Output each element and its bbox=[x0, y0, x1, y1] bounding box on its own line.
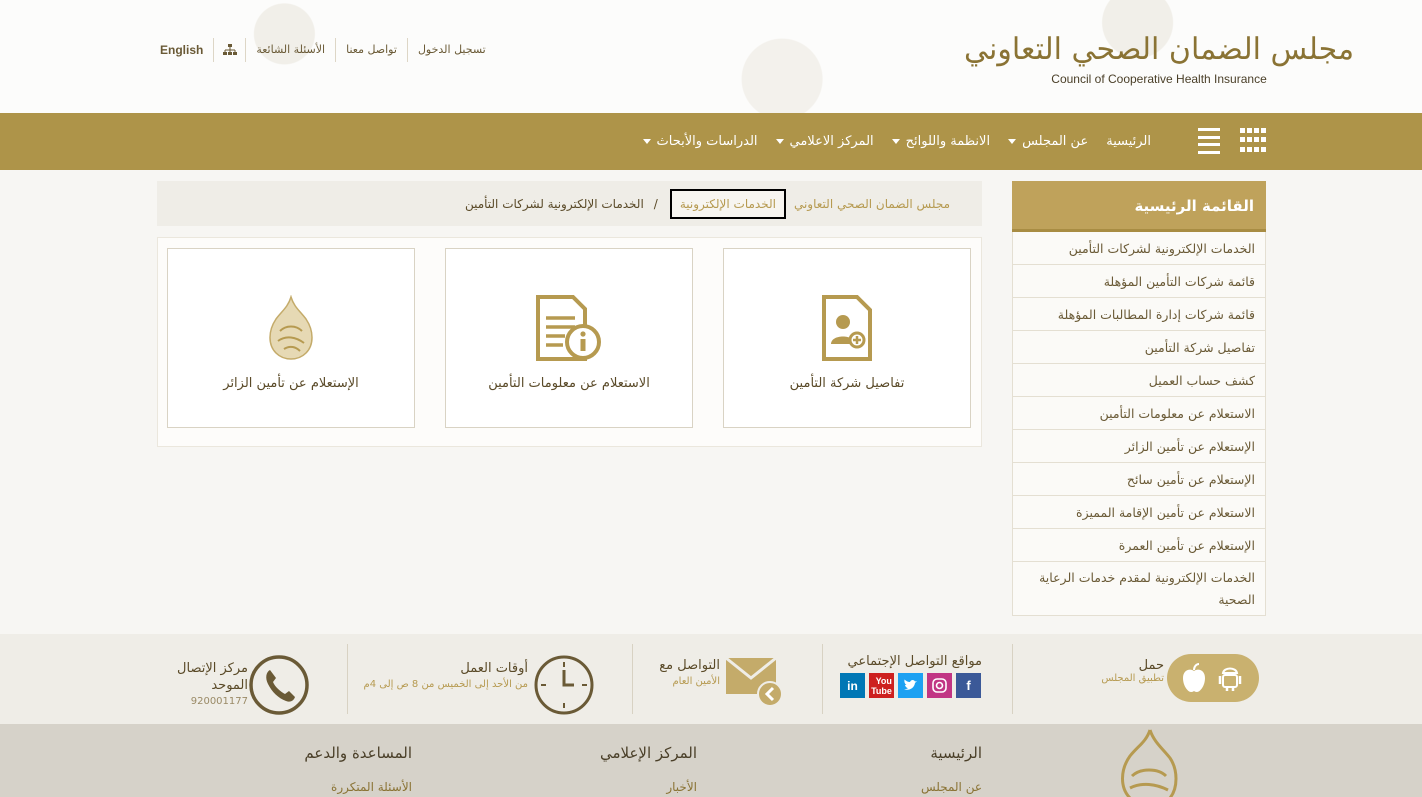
chevron-down-icon bbox=[642, 139, 651, 144]
sidebar-title: القائمة الرئيسية bbox=[1012, 181, 1266, 232]
callcenter-title: مركز الإتصال bbox=[177, 661, 248, 676]
breadcrumb-current: الخدمات الإلكترونية لشركات التأمين bbox=[464, 196, 644, 211]
nav-item-label: الانظمة واللوائح bbox=[905, 134, 991, 149]
clock-icon bbox=[534, 655, 594, 715]
council-emblem-icon bbox=[264, 293, 318, 363]
top-header: مجلس الضمان الصحي التعاوني Council of Co… bbox=[0, 0, 1422, 113]
footer-info-strip: حمل تطبيق المجلس مواقع التواصل الإجتماعي… bbox=[0, 634, 1422, 724]
footer-link-faq[interactable]: الأسئلة المتكررة bbox=[331, 780, 412, 794]
card-insurance-info[interactable]: الاستعلام عن معلومات التأمين bbox=[445, 248, 693, 428]
council-emblem-icon bbox=[1121, 729, 1178, 797]
sidebar-item-eservices-providers[interactable]: الخدمات الإلكترونية لمقدم خدمات الرعاية … bbox=[1013, 562, 1265, 615]
sidebar-item-eservices-insurers[interactable]: الخدمات الإلكترونية لشركات التأمين bbox=[1013, 232, 1265, 265]
social-title: مواقع التواصل الإجتماعي bbox=[847, 654, 982, 669]
linkedin-icon[interactable]: in bbox=[840, 673, 865, 698]
top-links: تسجيل الدخول تواصل معنا الأسئلة الشائعة … bbox=[160, 38, 496, 62]
chevron-down-icon bbox=[891, 139, 900, 144]
instagram-icon[interactable] bbox=[927, 673, 952, 698]
sidebar-list: الخدمات الإلكترونية لشركات التأمين قائمة… bbox=[1012, 232, 1266, 616]
hours-title: أوقات العمل bbox=[460, 661, 528, 676]
divider bbox=[632, 644, 633, 714]
contact-subtitle: الأمين العام bbox=[672, 676, 720, 687]
app-title: حمل bbox=[1138, 658, 1164, 673]
callcenter-number: 920001177 bbox=[190, 696, 248, 707]
menu-list-icon[interactable] bbox=[1198, 128, 1220, 154]
card-visitor-insurance[interactable]: الإستعلام عن تأمين الزائر bbox=[167, 248, 415, 428]
sitemap-icon[interactable] bbox=[213, 38, 245, 62]
footer-col-media-title: المركز الإعلامي bbox=[599, 744, 697, 762]
nav-item-label: المركز الاعلامي bbox=[789, 134, 874, 149]
sidebar-item-qualified-tpas[interactable]: قائمة شركات إدارة المطالبات المؤهلة bbox=[1013, 298, 1265, 331]
footer-link-news[interactable]: الأخبار bbox=[666, 780, 697, 794]
youtube-icon[interactable]: You Tube bbox=[869, 673, 894, 698]
logo-arabic-name: مجلس الضمان الصحي التعاوني bbox=[964, 32, 1355, 67]
sidebar-main-menu: القائمة الرئيسية الخدمات الإلكترونية لشر… bbox=[1012, 181, 1266, 616]
sidebar-item-premium-residency[interactable]: الاستعلام عن تأمين الإقامة المميزة bbox=[1013, 496, 1265, 529]
social-media-block: مواقع التواصل الإجتماعي f You Tube in bbox=[836, 654, 982, 724]
sidebar-item-client-statement[interactable]: كشف حساب العميل bbox=[1013, 364, 1265, 397]
mail-reply-icon bbox=[725, 656, 783, 706]
app-download-buttons bbox=[1167, 654, 1259, 702]
contact-secretary-block[interactable]: التواصل مع الأمين العام bbox=[659, 652, 786, 722]
card-label: الاستعلام عن معلومات التأمين bbox=[488, 376, 650, 391]
sidebar-item-visitor-insurance[interactable]: الإستعلام عن تأمين الزائر bbox=[1013, 430, 1265, 463]
divider bbox=[822, 644, 823, 714]
council-logo[interactable]: مجلس الضمان الصحي التعاوني Council of Co… bbox=[964, 12, 1354, 102]
nav-item-label: الرئيسية bbox=[1106, 134, 1151, 149]
nav-item-studies[interactable]: الدراسات والأبحاث bbox=[634, 134, 767, 149]
app-subtitle: تطبيق المجلس bbox=[1101, 673, 1164, 684]
logo-text: مجلس الضمان الصحي التعاوني Council of Co… bbox=[964, 28, 1354, 86]
chevron-down-icon bbox=[1008, 139, 1017, 144]
sidebar-item-qualified-insurers[interactable]: قائمة شركات التأمين المؤهلة bbox=[1013, 265, 1265, 298]
nav-item-home[interactable]: الرئيسية bbox=[1097, 134, 1160, 149]
footer-link-about[interactable]: عن المجلس bbox=[921, 780, 982, 794]
sidebar-item-insurer-details[interactable]: تفاصيل شركة التأمين bbox=[1013, 331, 1265, 364]
faq-link[interactable]: الأسئلة الشائعة bbox=[245, 38, 335, 62]
logo-english-name: Council of Cooperative Health Insurance bbox=[1051, 72, 1267, 86]
bottom-footer: الرئيسية عن المجلس المركز الإعلامي الأخب… bbox=[0, 724, 1422, 797]
call-center-block[interactable]: مركز الإتصال الموحد 920001177 bbox=[177, 652, 312, 722]
nav-item-label: عن المجلس bbox=[1022, 134, 1089, 149]
divider bbox=[347, 644, 348, 714]
card-label: تفاصيل شركة التأمين bbox=[789, 376, 905, 391]
sidebar-item-insurance-info[interactable]: الاستعلام عن معلومات التأمين bbox=[1013, 397, 1265, 430]
contact-link[interactable]: تواصل معنا bbox=[335, 38, 407, 62]
nav-items: الرئيسية عن المجلس الانظمة واللوائح المر… bbox=[634, 113, 1160, 170]
twitter-icon[interactable] bbox=[898, 673, 923, 698]
facebook-icon[interactable]: f bbox=[956, 673, 981, 698]
apple-icon[interactable] bbox=[1180, 662, 1208, 694]
app-download-text: حمل تطبيق المجلس bbox=[1100, 658, 1164, 728]
callcenter-title-line2: الموحد bbox=[211, 678, 248, 693]
footer-col-home-title: الرئيسية bbox=[930, 744, 982, 762]
breadcrumb-eservices-link[interactable]: الخدمات الإلكترونية bbox=[669, 188, 786, 219]
contact-title: التواصل مع bbox=[659, 658, 720, 673]
services-panel: تفاصيل شركة التأمين الاستعلام عن معلومات… bbox=[157, 237, 982, 447]
nav-item-label: الدراسات والأبحاث bbox=[656, 134, 758, 149]
nav-item-regulations[interactable]: الانظمة واللوائح bbox=[883, 134, 999, 149]
breadcrumb: مجلس الضمان الصحي التعاوني الخدمات الإلك… bbox=[157, 181, 982, 226]
english-language-link[interactable]: English bbox=[160, 38, 213, 62]
sidebar-item-umrah-insurance[interactable]: الإستعلام عن تأمين العمرة bbox=[1013, 529, 1265, 562]
nav-item-about[interactable]: عن المجلس bbox=[999, 134, 1097, 149]
main-nav-bar: الرئيسية عن المجلس الانظمة واللوائح المر… bbox=[0, 113, 1422, 170]
android-icon[interactable] bbox=[1214, 662, 1246, 694]
breadcrumb-separator: / bbox=[653, 196, 658, 211]
card-label: الإستعلام عن تأمين الزائر bbox=[223, 376, 359, 391]
nav-item-media-center[interactable]: المركز الاعلامي bbox=[767, 134, 883, 149]
working-hours-block: أوقات العمل من الأحد إلى الخميس من 8 ص إ… bbox=[364, 652, 598, 722]
breadcrumb-home-link[interactable]: مجلس الضمان الصحي التعاوني bbox=[794, 197, 950, 211]
phone-icon bbox=[249, 655, 309, 715]
user-document-icon bbox=[821, 293, 873, 363]
sidebar-item-tourist-insurance[interactable]: الإستعلام عن تأمين سائح bbox=[1013, 463, 1265, 496]
footer-col-support-title: المساعدة والدعم bbox=[304, 744, 412, 762]
login-link[interactable]: تسجيل الدخول bbox=[406, 38, 496, 62]
apps-grid-icon[interactable] bbox=[1240, 128, 1266, 154]
divider bbox=[1012, 644, 1013, 714]
chevron-down-icon bbox=[775, 139, 784, 144]
card-insurer-details[interactable]: تفاصيل شركة التأمين bbox=[723, 248, 971, 428]
hours-subtitle: من الأحد إلى الخميس من 8 ص إلى 4م bbox=[363, 679, 528, 690]
document-info-icon bbox=[535, 293, 603, 363]
